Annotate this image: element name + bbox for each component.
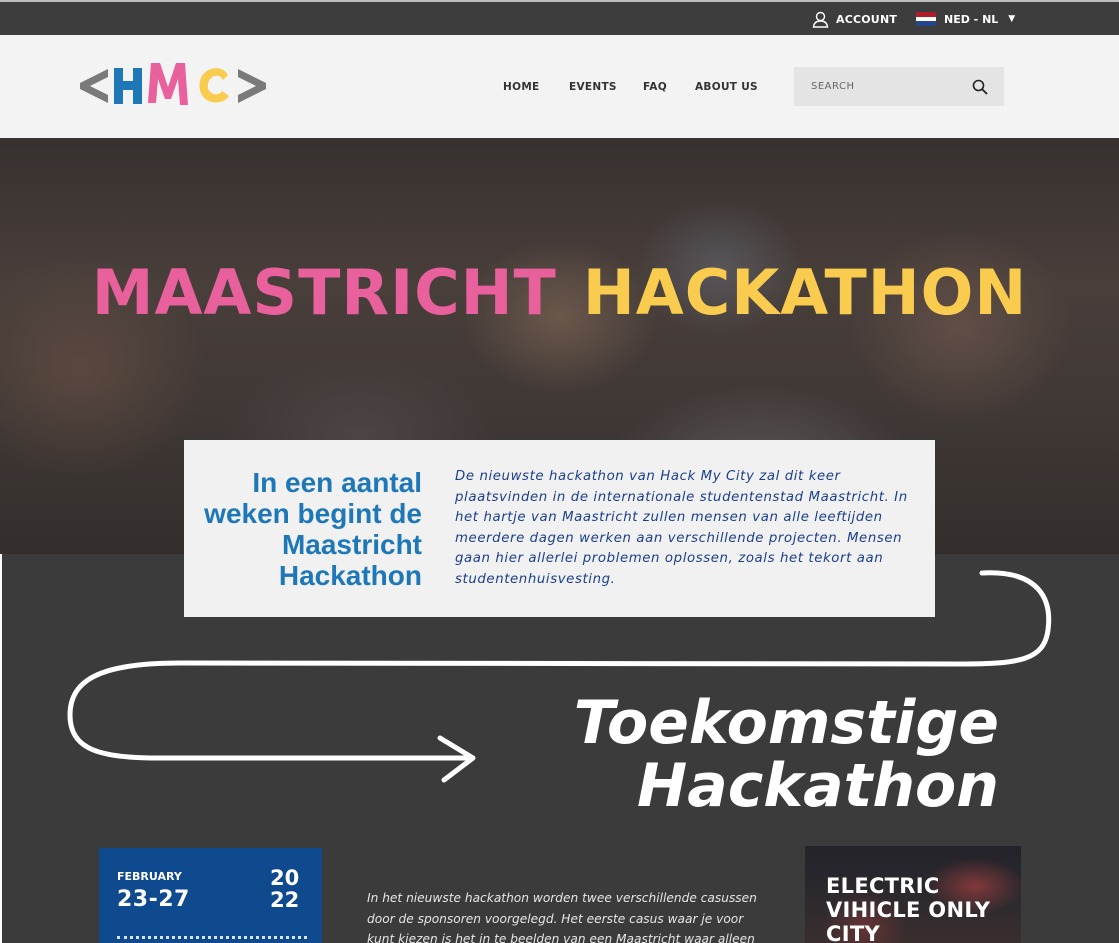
event-date-card[interactable]: FEBRUARY 23-27 20 22	[99, 848, 322, 943]
caret-down-icon: ▼	[1008, 14, 1016, 24]
search-input[interactable]	[794, 67, 964, 106]
date-card-divider	[117, 936, 307, 943]
user-icon	[812, 11, 829, 28]
language-label: NED - NL	[944, 12, 999, 26]
city-card-title: ELECTRIC VIHICLE ONLY CITY	[826, 874, 991, 943]
nav-about-us[interactable]: ABOUT US	[695, 81, 758, 93]
event-description: In het nieuwste hackathon worden twee ve…	[367, 891, 757, 943]
search-icon[interactable]	[972, 79, 988, 95]
hmc-logo[interactable]	[80, 53, 266, 119]
language-selector[interactable]: NED - NL ▼	[916, 10, 1015, 28]
netherlands-flag-icon	[916, 12, 936, 26]
top-bar: ACCOUNT NED - NL ▼	[0, 0, 1119, 35]
hero-title: MAASTRICHT HACKATHON	[0, 256, 1119, 329]
hero-title-event: HACKATHON	[582, 256, 1028, 329]
nav-faq[interactable]: FAQ	[643, 81, 667, 93]
intro-text: De nieuwste hackathon van Hack My City z…	[455, 469, 908, 587]
intro-card: In een aantal weken begint de Maastricht…	[184, 440, 935, 617]
upcoming-title-line1: Toekomstige	[573, 688, 999, 758]
site-header: HOME EVENTS FAQ ABOUT US	[0, 35, 1119, 138]
nav-events[interactable]: EVENTS	[569, 81, 617, 93]
account-label: ACCOUNT	[836, 12, 898, 26]
upcoming-title-line2: Hackathon	[637, 751, 999, 821]
intro-heading: In een aantal weken begint de Maastricht…	[204, 467, 422, 591]
nav-home[interactable]: HOME	[503, 81, 540, 93]
event-month: FEBRUARY	[117, 870, 182, 883]
city-case-card[interactable]: ELECTRIC VIHICLE ONLY CITY	[805, 846, 1021, 943]
event-days: 23-27	[117, 887, 190, 912]
upcoming-title: Toekomstige Hackathon	[574, 692, 999, 818]
search-box	[794, 67, 1004, 106]
account-link[interactable]: ACCOUNT	[812, 10, 897, 28]
hero-title-city: MAASTRICHT	[91, 256, 557, 329]
event-year-top: 20	[270, 866, 300, 890]
event-year-bottom: 22	[270, 888, 300, 912]
